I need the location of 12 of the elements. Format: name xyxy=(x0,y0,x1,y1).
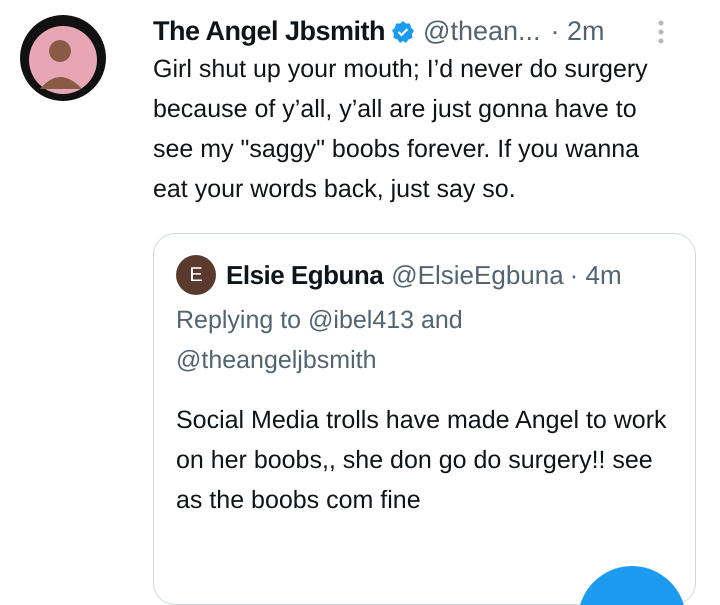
author-handle: @ElsieEgbuna xyxy=(391,262,564,288)
author-name: Elsie Egbuna xyxy=(226,262,384,288)
avatar[interactable] xyxy=(20,15,106,101)
quoted-tweet-text: Social Media trolls have made Angel to work on her boobs,, she don go do surgery!! see as the boobs com fine xyxy=(176,405,668,516)
avatar-letter: E xyxy=(176,255,216,296)
post-time: · 4m xyxy=(570,262,622,288)
author-handle[interactable]: @thean... xyxy=(423,18,541,46)
author-name[interactable]: The Angel Jbsmith xyxy=(153,18,386,46)
tweet-text: Girl shut up your mouth; I’d never do surgery because of y’all, y’all are just gonna have to see my "saggy" boobs forever. If you wanna eat your words back, just say so. xyxy=(153,54,649,206)
more-icon[interactable] xyxy=(658,20,664,44)
replying-to-text: Replying to @ibel413 and @theangeljbsmith xyxy=(176,305,464,376)
post-time: · 2m xyxy=(550,18,605,46)
